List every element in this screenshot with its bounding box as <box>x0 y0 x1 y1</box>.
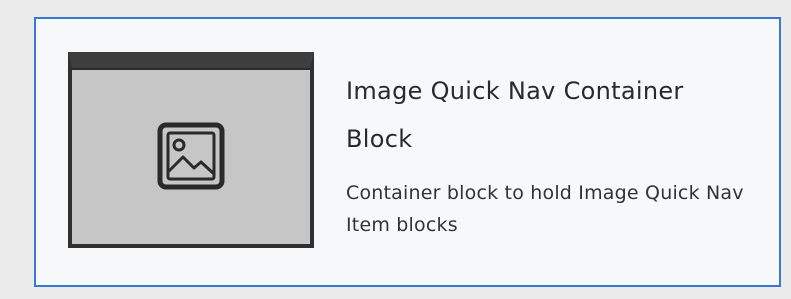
block-text: Image Quick Nav Container Block Containe… <box>346 67 746 241</box>
block-picker-panel: Image Quick Nav Container Block Containe… <box>0 0 791 299</box>
block-description: Container block to hold Image Quick Nav … <box>346 182 744 236</box>
image-icon <box>157 122 225 190</box>
block-title: Image Quick Nav Container Block <box>346 77 684 153</box>
block-thumbnail <box>68 52 314 248</box>
thumbnail-divider <box>72 68 310 70</box>
block-type-card[interactable]: Image Quick Nav Container Block Containe… <box>34 17 781 287</box>
